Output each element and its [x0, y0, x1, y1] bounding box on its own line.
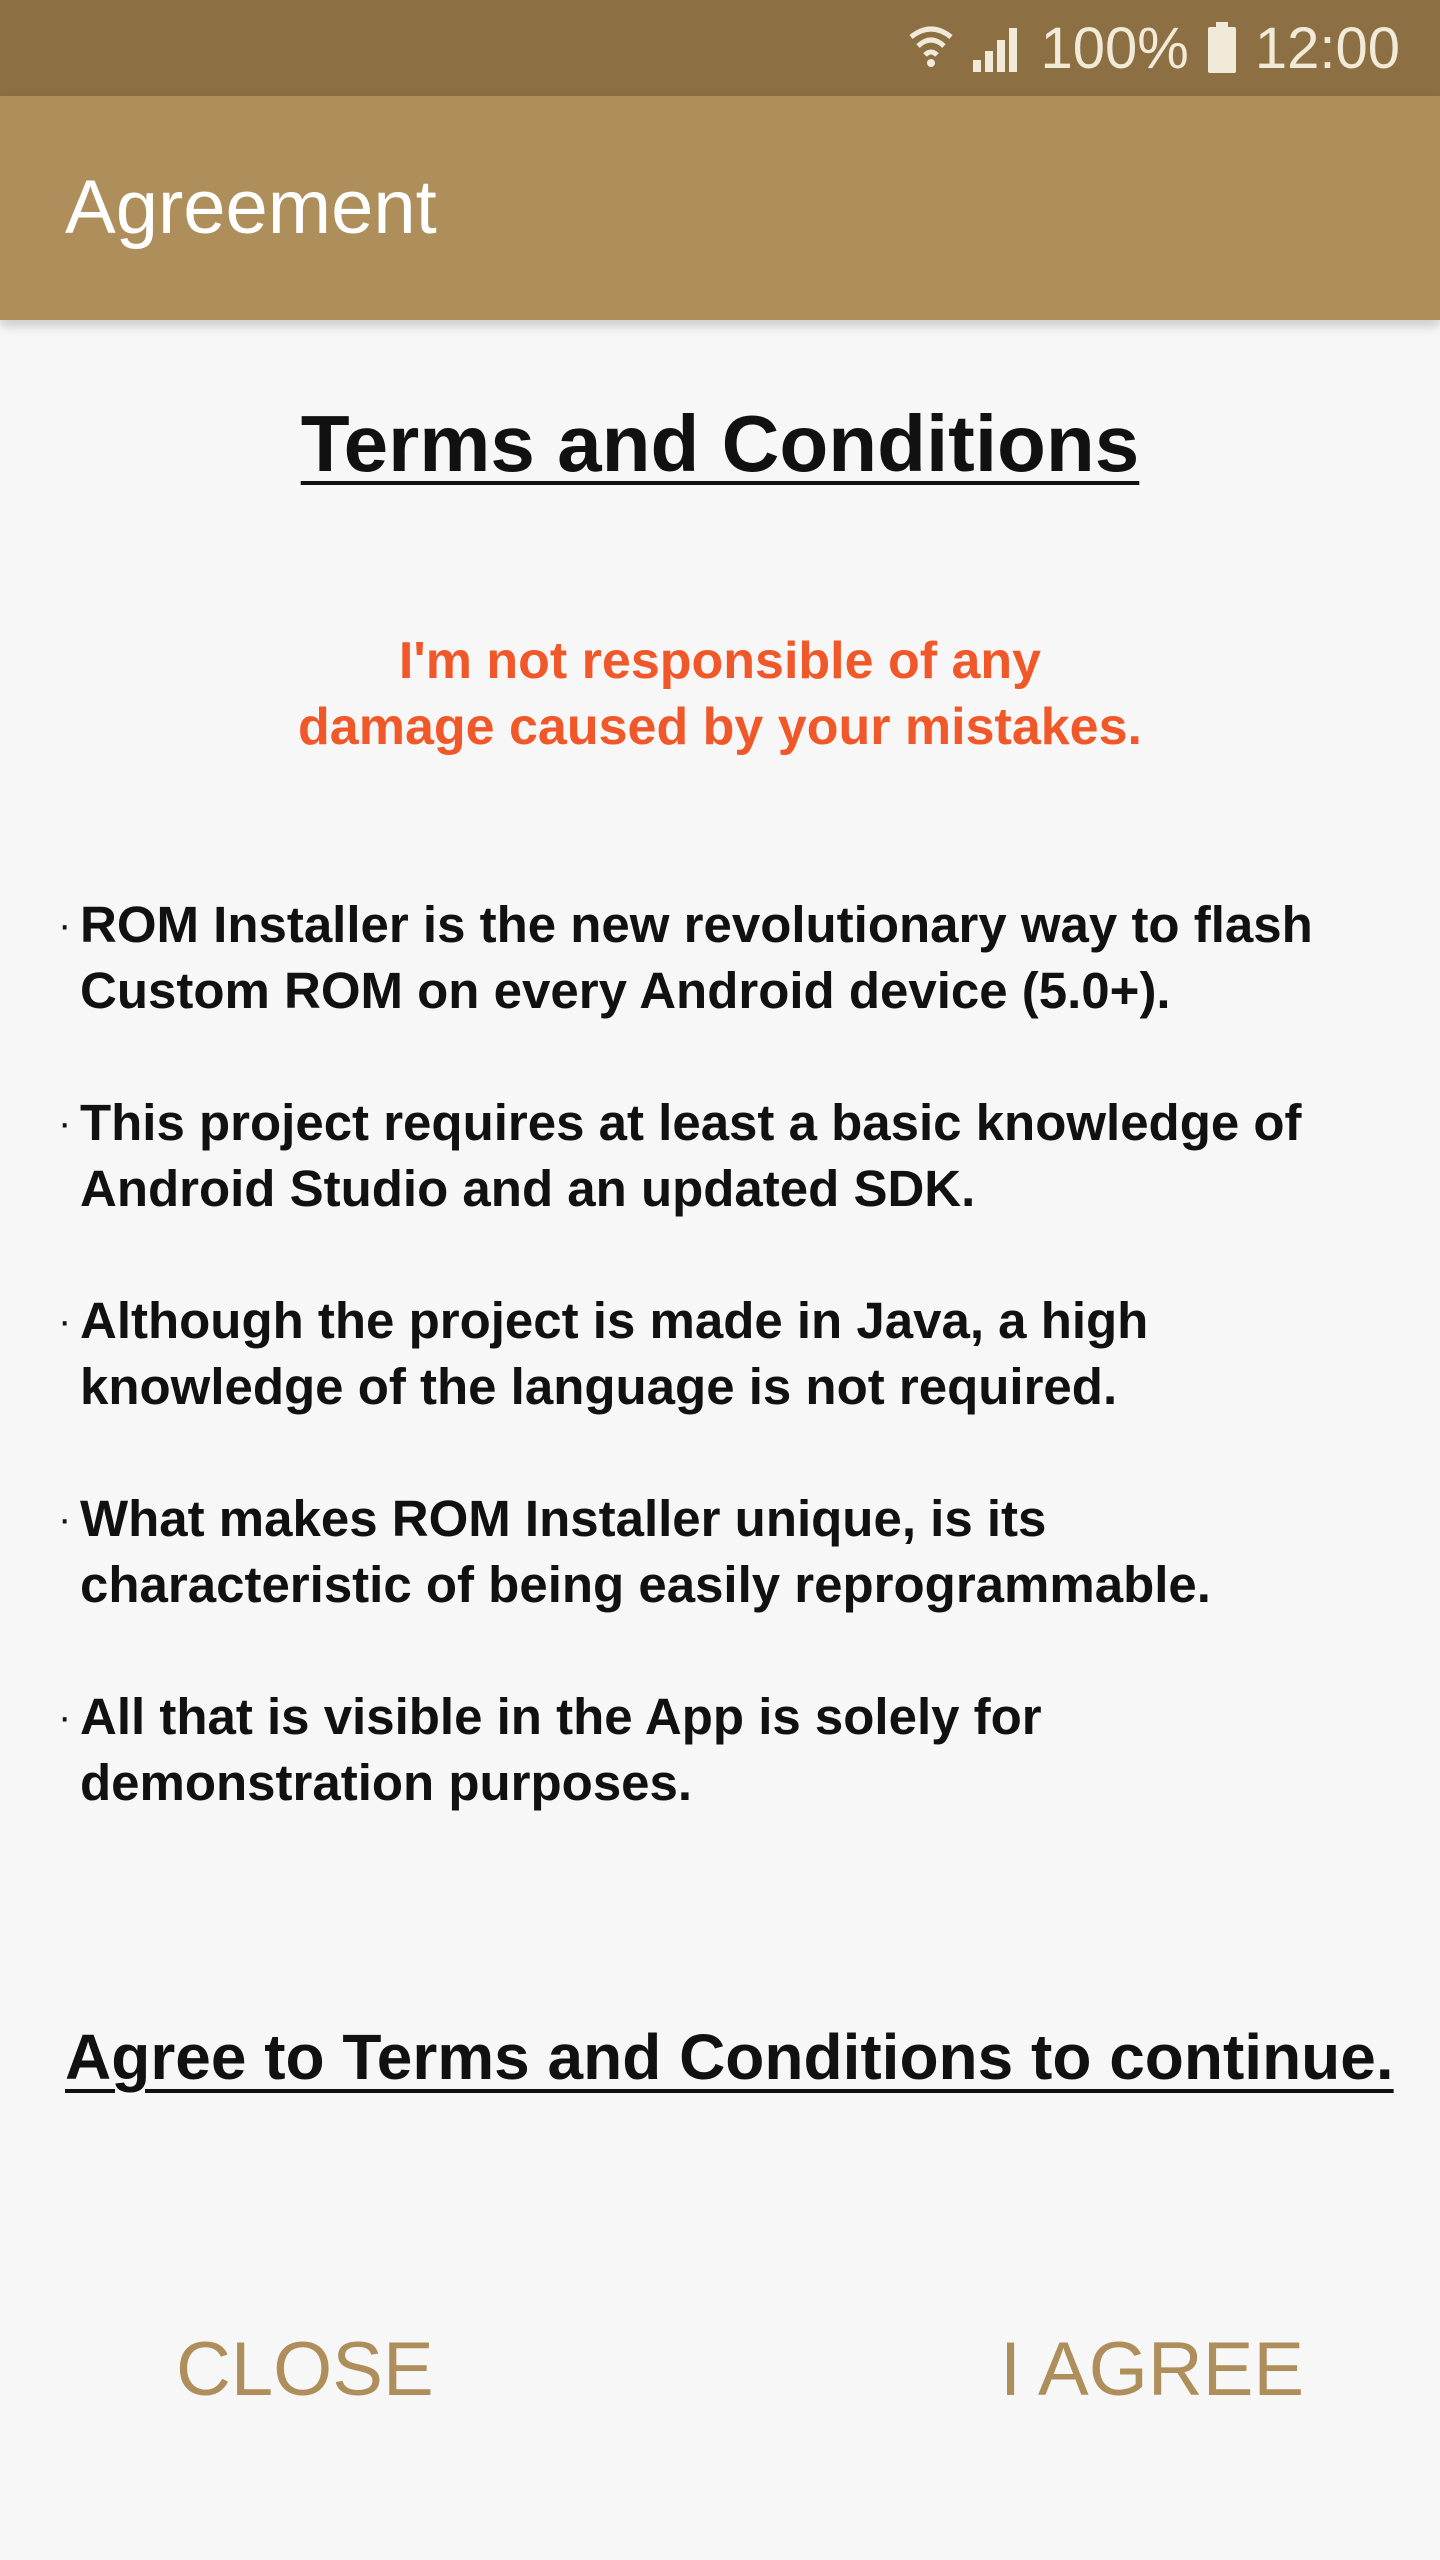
warning-line: damage caused by your mistakes. — [298, 698, 1142, 756]
bullet-marker: · — [58, 1497, 72, 1541]
signal-icon — [971, 24, 1023, 72]
battery-icon — [1207, 22, 1237, 74]
bullet-line: Android Studio and an updated SDK. — [80, 1160, 976, 1217]
app-title: Agreement — [65, 165, 437, 250]
agree-instruction: Agree to Terms and Conditions to continu… — [65, 2021, 1394, 2093]
bullet-line: All that is visible in the App is solely… — [80, 1688, 1042, 1745]
list-item: · ROM Installer is the new revolutionary… — [58, 892, 1398, 1024]
status-bar: 100% 12:00 — [0, 0, 1440, 96]
bullet-line: demonstration purposes. — [80, 1754, 693, 1811]
list-item: · What makes ROM Installer unique, is it… — [58, 1486, 1398, 1618]
app-bar: Agreement — [0, 96, 1440, 320]
warning-line: I'm not responsible of any — [398, 632, 1042, 690]
battery-percent: 100% — [1040, 15, 1189, 81]
bullet-marker: · — [58, 1695, 72, 1739]
bullet-line: characteristic of being easily reprogram… — [80, 1556, 1211, 1613]
bullet-marker: · — [58, 903, 72, 947]
close-button[interactable]: CLOSE — [176, 2310, 434, 2430]
bullet-marker: · — [58, 1101, 72, 1145]
list-item: · Although the project is made in Java, … — [58, 1288, 1398, 1420]
list-item: · All that is visible in the App is sole… — [58, 1684, 1398, 1816]
bullet-line: ROM Installer is the new revolutionary w… — [80, 896, 1313, 953]
list-item: · This project requires at least a basic… — [58, 1090, 1398, 1222]
bullet-line: What makes ROM Installer unique, is its — [80, 1490, 1047, 1547]
bullet-line: This project requires at least a basic k… — [80, 1094, 1302, 1151]
clock: 12:00 — [1254, 15, 1400, 81]
bullet-line: knowledge of the language is not require… — [80, 1358, 1118, 1415]
terms-heading: Terms and Conditions — [300, 399, 1140, 488]
wifi-icon — [908, 23, 953, 73]
bullet-marker: · — [58, 1299, 72, 1343]
bullet-line: Although the project is made in Java, a … — [80, 1292, 1149, 1349]
agreement-screen: 100% 12:00 Agreement Terms and Condition… — [0, 0, 1440, 2560]
terms-list: · ROM Installer is the new revolutionary… — [58, 892, 1398, 1882]
status-icons: 100% 12:00 — [908, 0, 1400, 96]
agree-button[interactable]: I AGREE — [1000, 2310, 1304, 2430]
disclaimer-warning: I'm not responsible of any damage caused… — [0, 628, 1440, 760]
bullet-line: Custom ROM on every Android device (5.0+… — [80, 962, 1171, 1019]
